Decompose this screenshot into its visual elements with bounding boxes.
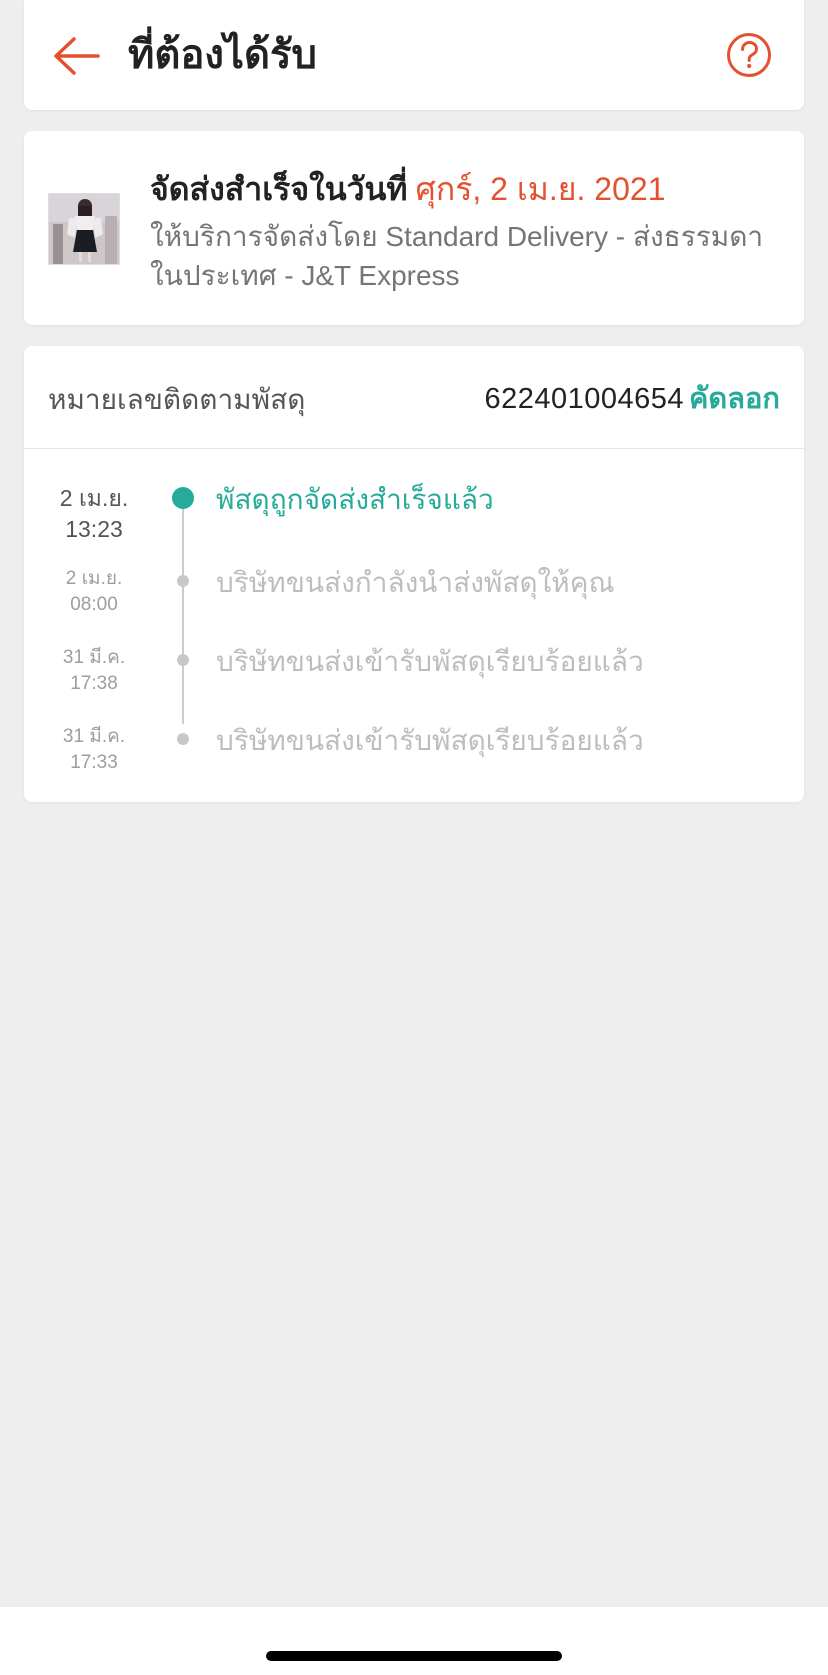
app-header: ที่ต้องได้รับ bbox=[24, 0, 804, 110]
timeline-dot bbox=[177, 733, 189, 745]
copy-button[interactable]: คัดลอก bbox=[689, 380, 780, 418]
event-description: บริษัทขนส่งเข้ารับพัสดุเรียบร้อยแล้ว bbox=[216, 725, 644, 756]
event-time: 2 เม.ย. 08:00 bbox=[65, 568, 123, 615]
timeline-event: 31 มี.ค. 17:38 บริษัทขนส่งเข้ารับพัสดุเร… bbox=[24, 645, 804, 715]
home-indicator[interactable] bbox=[266, 1651, 562, 1661]
event-description: พัสดุถูกจัดส่งสำเร็จแล้ว bbox=[216, 484, 494, 515]
page-title: ที่ต้องได้รับ bbox=[128, 33, 317, 77]
event-description: บริษัทขนส่งกำลังนำส่งพัสดุให้คุณ bbox=[216, 567, 615, 598]
timeline-dot bbox=[177, 575, 189, 587]
event-description: บริษัทขนส่งเข้ารับพัสดุเรียบร้อยแล้ว bbox=[216, 646, 644, 677]
help-button[interactable] bbox=[724, 30, 774, 80]
delivery-card: จัดส่งสำเร็จในวันที่ ศุกร์, 2 เม.ย. 2021 … bbox=[24, 131, 804, 325]
timeline-event: 31 มี.ค. 17:33 บริษัทขนส่งเข้ารับพัสดุเร… bbox=[24, 724, 804, 794]
arrow-left-icon bbox=[54, 37, 100, 75]
tracking-number-label: หมายเลขติดตามพัสดุ bbox=[48, 384, 306, 415]
back-button[interactable] bbox=[48, 30, 104, 82]
question-circle-icon bbox=[727, 33, 771, 77]
timeline-event: 2 เม.ย. 13:23 พัสดุถูกจัดส่งสำเร็จแล้ว bbox=[24, 483, 804, 553]
tracking-card: หมายเลขติดตามพัสดุ 622401004654 คัดลอก 2… bbox=[24, 346, 804, 802]
timeline-dot bbox=[177, 654, 189, 666]
bottom-safe-area bbox=[0, 1607, 828, 1675]
event-time: 2 เม.ย. 13:23 bbox=[59, 485, 129, 542]
tracking-number-row: หมายเลขติดตามพัสดุ 622401004654 คัดลอก bbox=[24, 346, 804, 449]
delivery-status-label: จัดส่งสำเร็จในวันที่ bbox=[150, 171, 408, 207]
delivery-status: จัดส่งสำเร็จในวันที่ ศุกร์, 2 เม.ย. 2021 bbox=[150, 167, 665, 211]
timeline-dot-active bbox=[172, 487, 194, 509]
tracking-number: 622401004654 bbox=[484, 383, 684, 415]
delivery-service-info: ให้บริการจัดส่งโดย Standard Delivery - ส… bbox=[150, 221, 764, 291]
product-thumbnail[interactable] bbox=[48, 193, 120, 265]
timeline-event: 2 เม.ย. 08:00 บริษัทขนส่งกำลังนำส่งพัสดุ… bbox=[24, 566, 804, 636]
delivery-date: ศุกร์, 2 เม.ย. 2021 bbox=[415, 171, 666, 207]
event-time: 31 มี.ค. 17:38 bbox=[62, 647, 126, 694]
event-time: 31 มี.ค. 17:33 bbox=[62, 726, 126, 773]
